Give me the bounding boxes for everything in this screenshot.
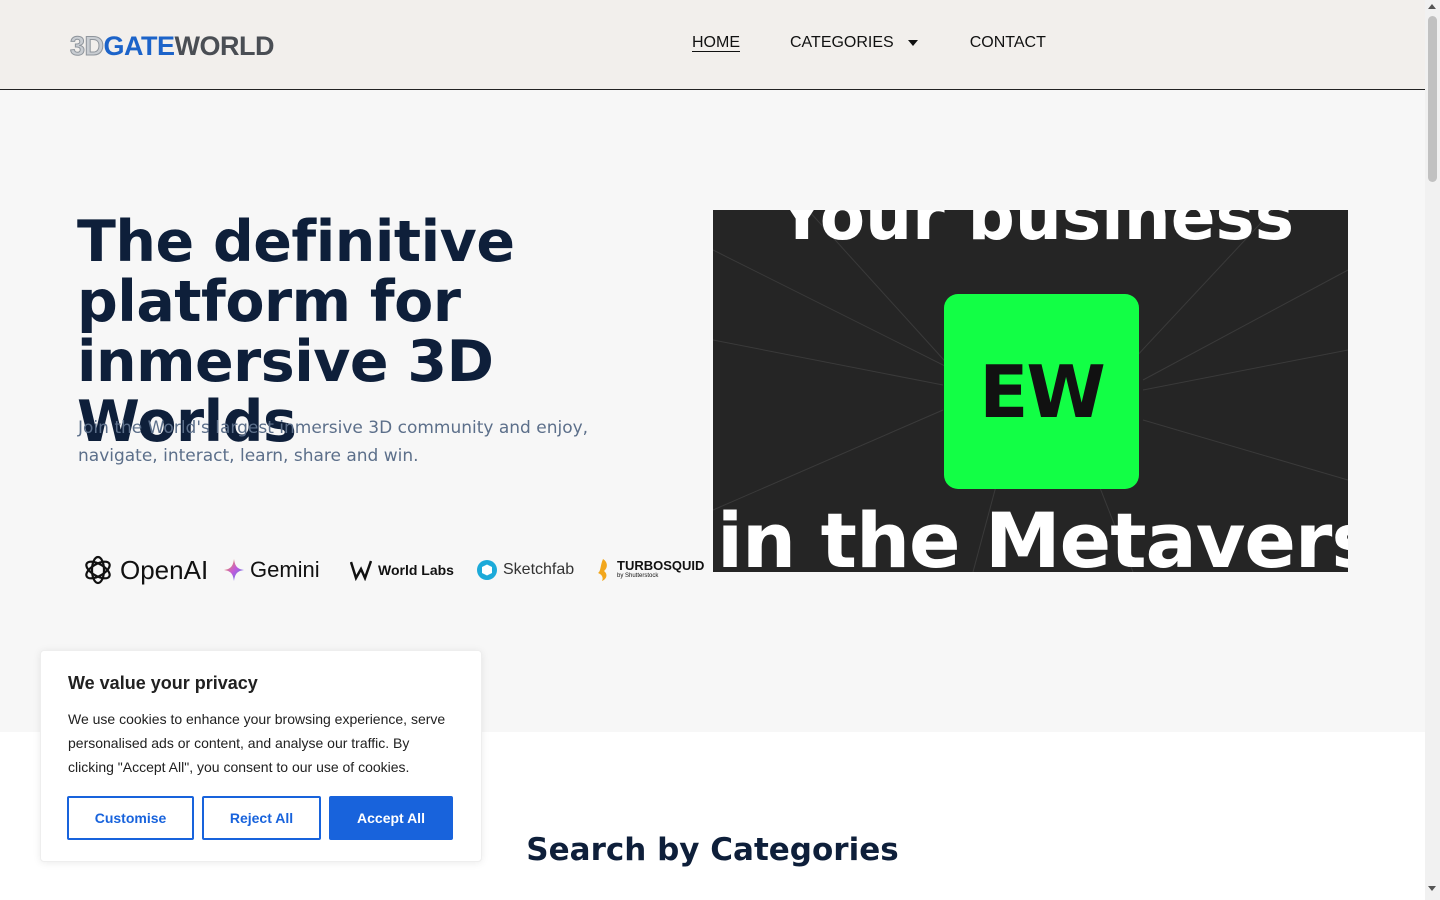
partner-worldlabs-label: World Labs — [378, 562, 454, 578]
main-nav: HOME CATEGORIES CONTACT — [692, 34, 1046, 52]
vertical-scrollbar[interactable] — [1425, 0, 1440, 900]
site-header: 3D GATE WORLD HOME CATEGORIES CONTACT — [0, 0, 1425, 90]
customise-button[interactable]: Customise — [67, 796, 194, 840]
logo-part-world: WORLD — [174, 30, 275, 61]
partner-gemini-label: Gemini — [250, 557, 320, 582]
openai-icon — [85, 555, 111, 585]
cookie-title: We value your privacy — [68, 673, 258, 693]
gemini-sparkle-icon — [224, 559, 244, 581]
partner-openai-label: OpenAI — [120, 554, 209, 585]
sketchfab-icon — [477, 560, 497, 580]
nav-categories-dropdown[interactable]: CATEGORIES — [790, 34, 918, 52]
cookie-consent-banner: We value your privacy We use cookies to … — [40, 650, 482, 862]
nav-contact-link[interactable]: CONTACT — [970, 34, 1046, 52]
logo-part-3d: 3D — [70, 30, 105, 61]
scrollbar-thumb[interactable] — [1428, 16, 1437, 182]
reject-all-button[interactable]: Reject All — [202, 796, 321, 840]
site-logo[interactable]: 3D GATE WORLD — [70, 30, 275, 62]
worldlabs-icon — [350, 560, 372, 581]
partner-gemini-logo: Gemini — [224, 550, 320, 590]
scroll-up-arrow-icon[interactable] — [1428, 4, 1436, 9]
partner-turbosquid-label: TURBOSQUID — [617, 558, 705, 573]
partner-worldlabs-logo: World Labs — [350, 550, 454, 590]
partner-turbosquid-sub: by Shutterstock — [617, 573, 659, 579]
partner-turbosquid-logo: TURBOSQUID by Shutterstock — [595, 550, 704, 590]
cookie-body: We use cookies to enhance your browsing … — [68, 711, 446, 775]
hero-section: The definitive platform for inmersive 3D… — [0, 90, 1425, 732]
video-top-text: Your business — [778, 210, 1295, 255]
partner-logos: OpenAI Gemini World Labs Sketchfab TURBO… — [82, 550, 712, 590]
hero-video[interactable]: Your business EW in the Metaverse — [713, 210, 1348, 572]
caret-down-icon — [907, 40, 918, 46]
partner-sketchfab-logo: Sketchfab — [477, 550, 574, 590]
turbosquid-icon — [598, 559, 607, 581]
nav-home-link[interactable]: HOME — [692, 34, 740, 52]
hero-subtitle: Join the World's largest inmersive 3D co… — [78, 418, 589, 466]
accept-all-button[interactable]: Accept All — [329, 796, 453, 840]
ew-badge: EW — [944, 294, 1139, 489]
video-bottom-text: in the Metaverse — [717, 496, 1348, 572]
nav-categories-label: CATEGORIES — [790, 34, 894, 51]
partner-openai-logo: OpenAI — [82, 550, 208, 590]
scroll-down-arrow-icon[interactable] — [1428, 886, 1436, 891]
partner-sketchfab-label: Sketchfab — [503, 561, 575, 578]
page: 3D GATE WORLD HOME CATEGORIES CONTACT The … — [0, 0, 1425, 900]
logo-part-gate: GATE — [103, 30, 176, 61]
